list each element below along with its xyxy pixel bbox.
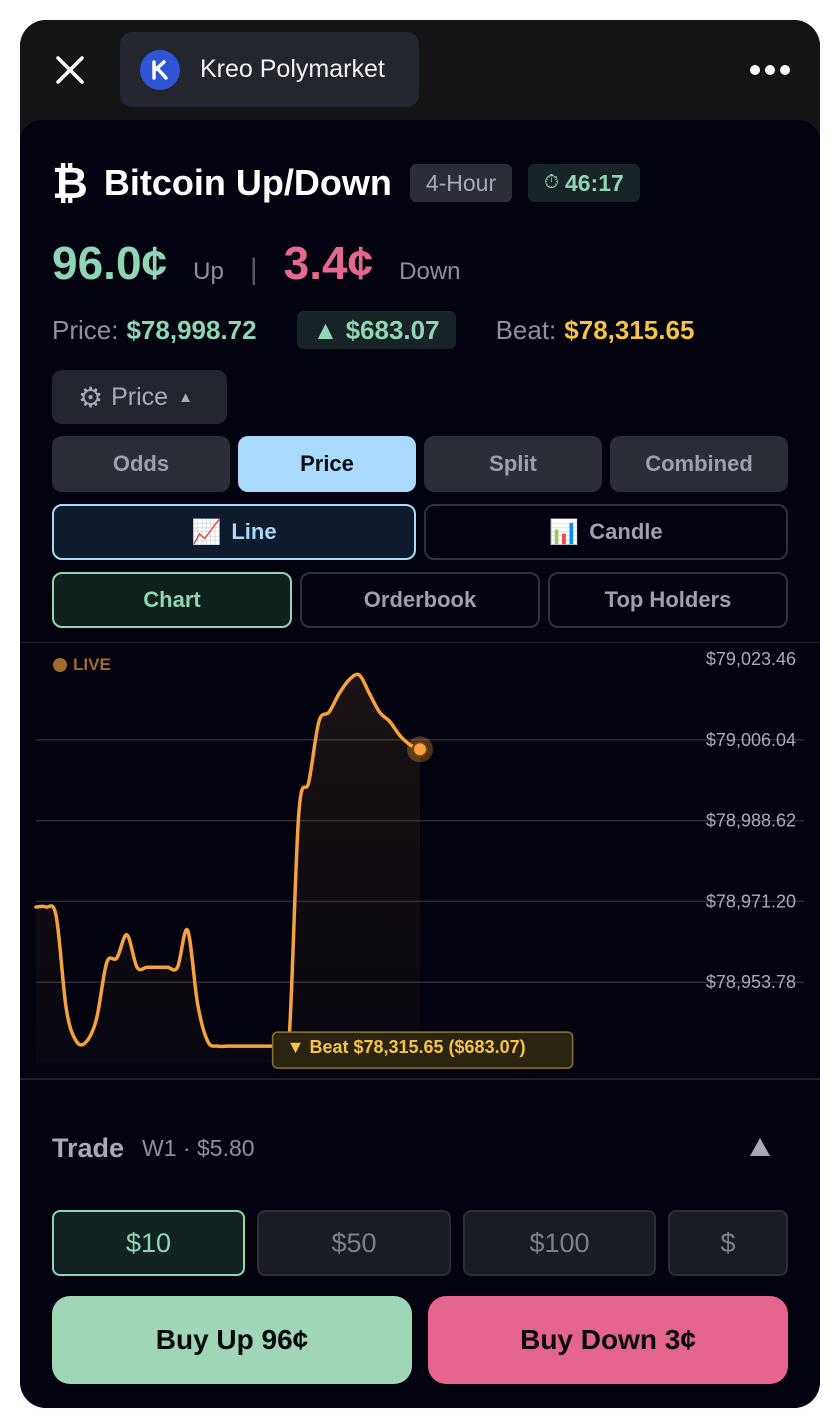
tab-price[interactable]: Price: [238, 436, 416, 492]
last-price-point: [412, 741, 428, 758]
price-label: Price:: [52, 314, 119, 345]
buy-up-button[interactable]: Buy Up 96¢: [52, 1296, 412, 1384]
tab-candle-label: Candle: [589, 519, 663, 544]
price-toggle-button[interactable]: ⚙ Price ▲: [52, 370, 227, 424]
beat-value: $78,315.65: [564, 314, 695, 345]
gear-icon: ⚙: [78, 381, 104, 413]
trade-collapse-button[interactable]: [748, 1136, 772, 1158]
live-dot-icon: [53, 658, 67, 672]
kreo-logo-icon: [140, 49, 180, 90]
y-tick-label: $78,988.62: [706, 811, 796, 831]
stopwatch-icon: ⏱: [544, 172, 559, 193]
y-tick-label: $78,971.20: [706, 891, 796, 911]
market-panel: ₿ Bitcoin Up/Down 4-Hour ⏱ 46:17 96.0¢ U…: [20, 120, 820, 1408]
series-area: [36, 674, 420, 1064]
price-chart: $79,023.46 $79,006.04 $78,988.62 $78,971.20…: [20, 642, 820, 1078]
up-label: Up: [193, 258, 224, 285]
tab-top-holders[interactable]: Top Holders: [548, 572, 788, 628]
chart-canvas: $79,023.46 $79,006.04 $78,988.62 $78,971.20…: [34, 649, 804, 1069]
beat-label: Beat:: [495, 314, 557, 345]
caret-up-icon: [750, 1138, 770, 1156]
price-row: Price: $78,998.72 ▲ $683.07 Beat: $78,31…: [52, 310, 694, 350]
odds-row: 96.0¢ Up | 3.4¢ Down: [52, 236, 461, 296]
down-label: Down: [399, 258, 461, 285]
chart-style-tabs: 📈 Line 📊 Candle: [52, 504, 788, 560]
tab-line[interactable]: 📈 Line: [52, 504, 416, 560]
live-label: LIVE: [73, 655, 111, 674]
market-title: Bitcoin Up/Down: [103, 162, 392, 203]
app-window: Kreo Polymarket ₿ Bitcoin Up/Down 4-Hour…: [20, 20, 820, 1408]
more-dots-icon: [750, 65, 760, 75]
tab-split[interactable]: Split: [424, 436, 602, 492]
divider: [20, 1078, 820, 1080]
close-icon: [56, 56, 84, 84]
tab-combined[interactable]: Combined: [610, 436, 788, 492]
buy-actions: Buy Up 96¢ Buy Down 3¢: [52, 1296, 788, 1384]
trade-header: Trade W1 · $5.80: [52, 1128, 788, 1168]
view-tabs: Chart Orderbook Top Holders: [52, 572, 788, 628]
top-bar: Kreo Polymarket: [20, 20, 820, 120]
tab-line-label: Line: [231, 519, 277, 544]
beat-marker-label: ▼ Beat $78,315.65 ($683.07): [287, 1037, 526, 1057]
market-header: ₿ Bitcoin Up/Down 4-Hour ⏱ 46:17: [52, 157, 640, 209]
timer-badge: ⏱ 46:17: [528, 164, 640, 202]
y-tick-label: $78,953.78: [706, 972, 796, 992]
down-odds: 3.4¢: [283, 237, 374, 289]
more-options-button[interactable]: [750, 58, 790, 82]
tab-orderbook[interactable]: Orderbook: [300, 572, 540, 628]
amount-10-button[interactable]: $10: [52, 1210, 245, 1276]
trade-label: Trade: [52, 1132, 125, 1163]
wallet-balance: W1 · $5.80: [142, 1134, 255, 1161]
y-tick-label: $79,023.46: [706, 649, 796, 669]
app-title-pill[interactable]: Kreo Polymarket: [120, 32, 419, 107]
caret-up-icon: ▲: [178, 388, 193, 406]
y-tick-label: $79,006.04: [706, 730, 796, 750]
interval-badge: 4-Hour: [409, 164, 513, 202]
amount-100-button[interactable]: $100: [463, 1210, 656, 1276]
mode-tabs: Odds Price Split Combined: [52, 436, 788, 492]
bar-chart-icon: 📊: [549, 518, 580, 546]
line-chart-icon: 📈: [191, 518, 222, 546]
tab-candle[interactable]: 📊 Candle: [424, 504, 788, 560]
amount-custom-button[interactable]: $: [668, 1210, 788, 1276]
price-delta-badge: ▲ $683.07: [296, 311, 456, 349]
timer-value: 46:17: [564, 169, 624, 196]
tab-chart[interactable]: Chart: [52, 572, 292, 628]
close-button[interactable]: [50, 50, 90, 90]
live-indicator: LIVE: [53, 655, 111, 675]
buy-down-button[interactable]: Buy Down 3¢: [428, 1296, 788, 1384]
amount-selector: $10 $50 $100 $: [52, 1210, 788, 1276]
bitcoin-icon: ₿: [52, 157, 88, 209]
price-value: $78,998.72: [126, 314, 257, 345]
tab-odds[interactable]: Odds: [52, 436, 230, 492]
app-title: Kreo Polymarket: [200, 55, 385, 83]
up-odds: 96.0¢: [52, 237, 168, 289]
amount-50-button[interactable]: $50: [257, 1210, 451, 1276]
price-toggle-label: Price: [111, 382, 169, 411]
odds-separator: |: [249, 253, 258, 286]
